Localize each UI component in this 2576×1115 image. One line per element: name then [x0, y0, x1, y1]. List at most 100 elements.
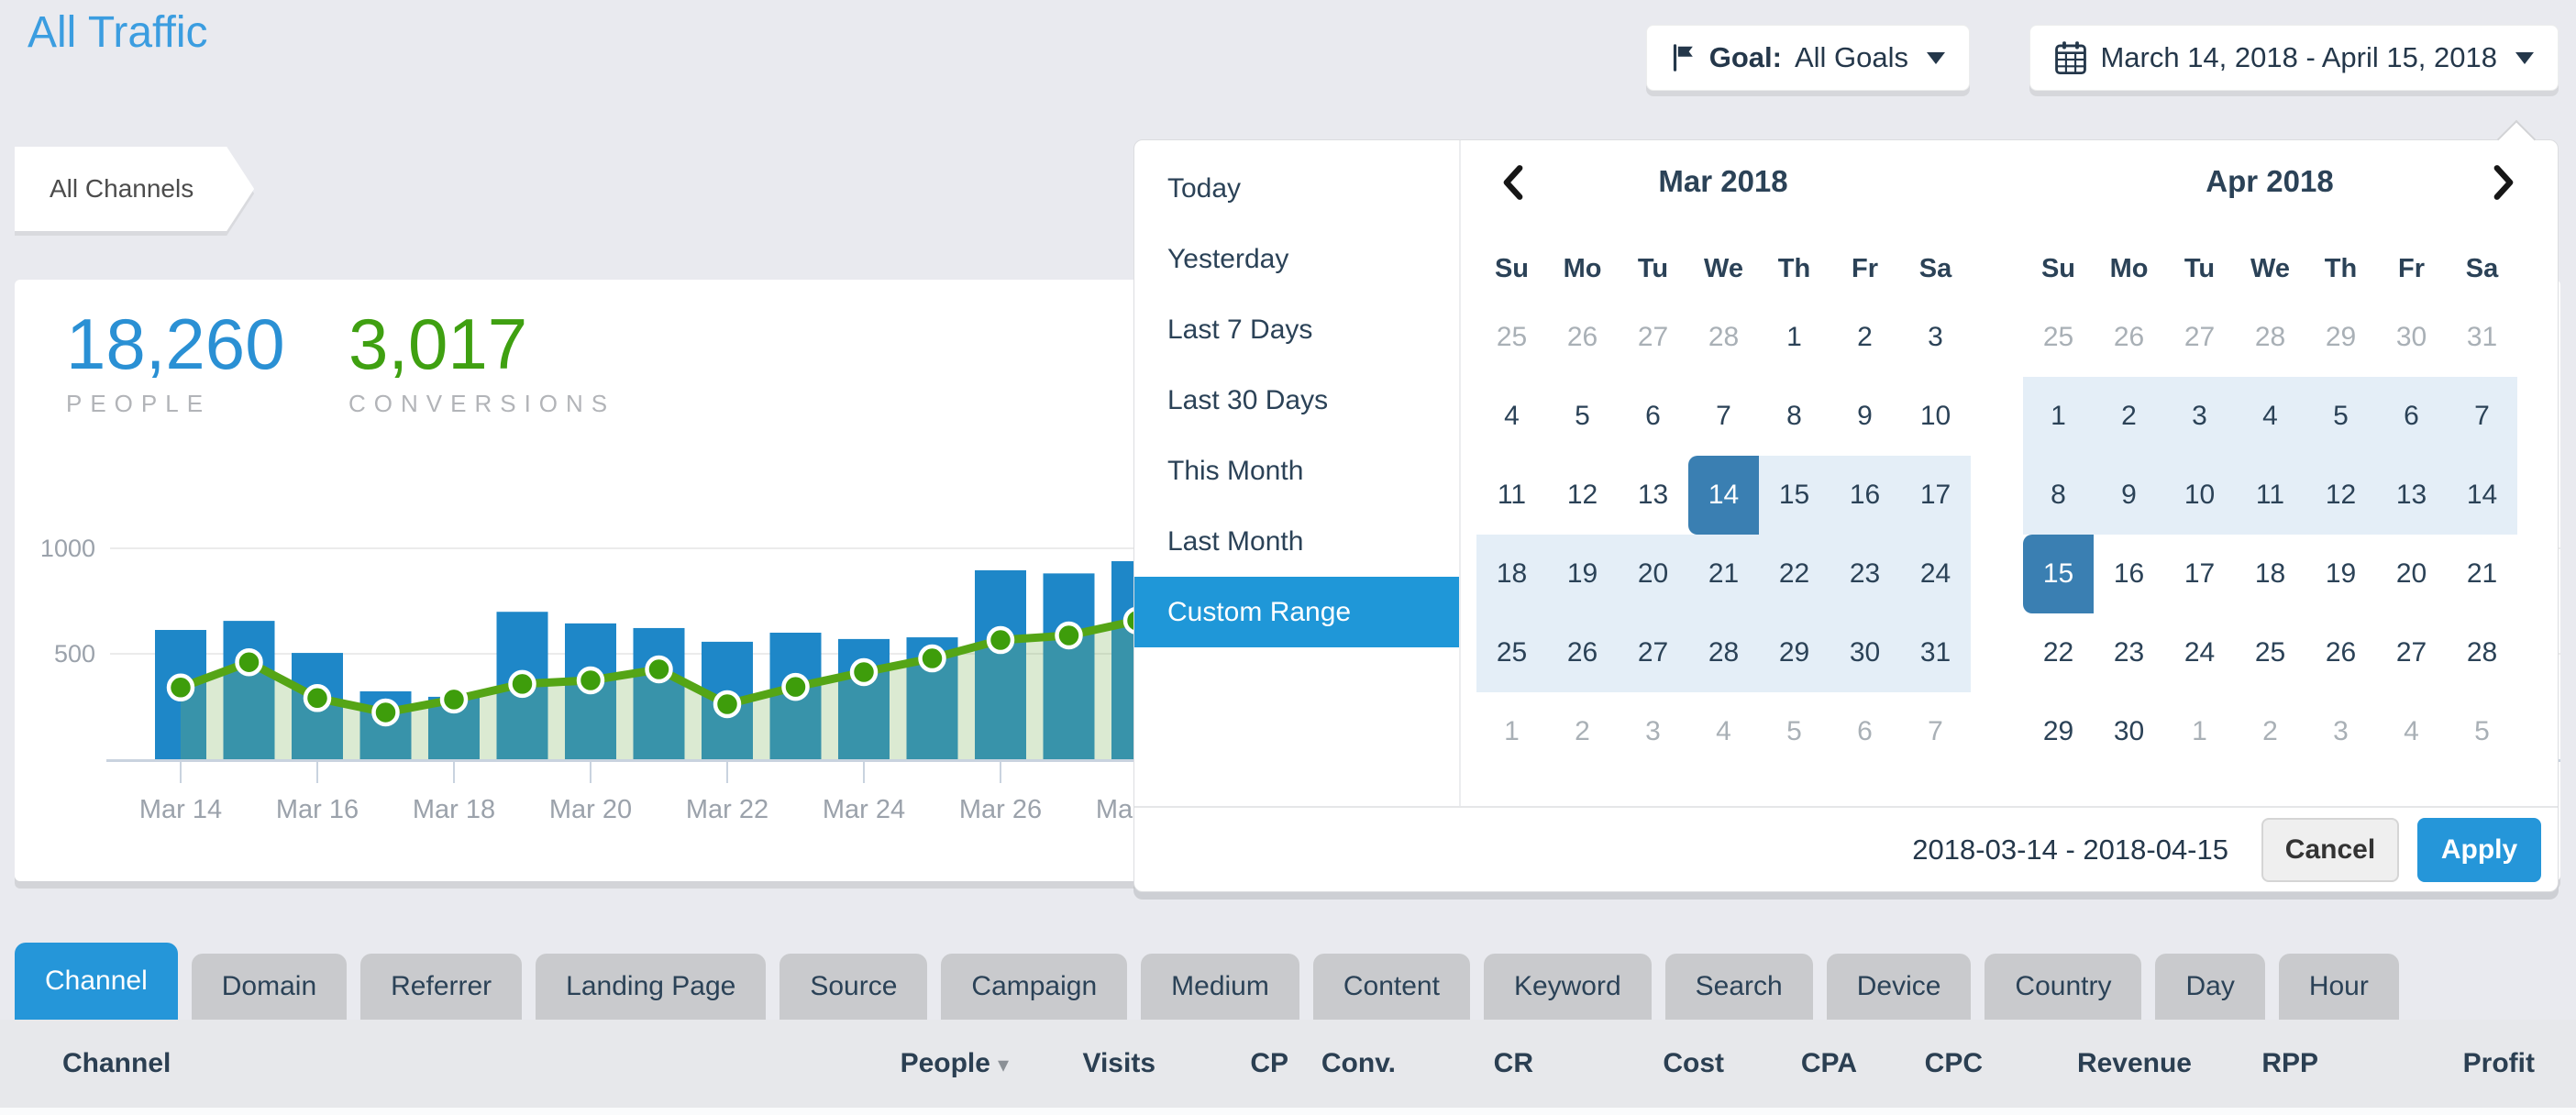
- calendar-day[interactable]: 19: [1547, 535, 1618, 613]
- calendar-day[interactable]: 29: [2305, 298, 2376, 377]
- calendar-day[interactable]: 27: [2376, 613, 2447, 692]
- calendar-day[interactable]: 18: [2235, 535, 2305, 613]
- calendar-day[interactable]: 25: [1476, 613, 1547, 692]
- column-rpp[interactable]: RPP: [2192, 1048, 2318, 1079]
- column-cpc[interactable]: CPC: [1857, 1048, 1983, 1079]
- calendar-day[interactable]: 13: [1618, 456, 1688, 535]
- calendar-day[interactable]: 12: [1547, 456, 1618, 535]
- calendar-day-selected[interactable]: 14: [1688, 456, 1759, 535]
- calendar-day[interactable]: 7: [1688, 377, 1759, 456]
- tab-search[interactable]: Search: [1665, 954, 1813, 1020]
- calendar-day[interactable]: 13: [2376, 456, 2447, 535]
- column-revenue[interactable]: Revenue: [1983, 1048, 2192, 1079]
- calendar-day[interactable]: 25: [1476, 298, 1547, 377]
- cancel-button[interactable]: Cancel: [2261, 818, 2399, 882]
- calendar-day-selected[interactable]: 15: [2023, 535, 2094, 613]
- calendar-day[interactable]: 24: [1900, 535, 1971, 613]
- tab-day[interactable]: Day: [2155, 954, 2264, 1020]
- calendar-day[interactable]: 2: [1547, 692, 1618, 771]
- calendar-day[interactable]: 10: [1900, 377, 1971, 456]
- tab-domain[interactable]: Domain: [192, 954, 347, 1020]
- tab-keyword[interactable]: Keyword: [1484, 954, 1652, 1020]
- calendar-day[interactable]: 26: [2094, 298, 2164, 377]
- preset-last-30-days[interactable]: Last 30 Days: [1134, 365, 1459, 436]
- calendar-day[interactable]: 4: [1688, 692, 1759, 771]
- calendar-day[interactable]: 9: [1830, 377, 1900, 456]
- calendar-day[interactable]: 29: [1759, 613, 1830, 692]
- column-cost[interactable]: Cost: [1533, 1048, 1724, 1079]
- calendar-day[interactable]: 30: [2094, 692, 2164, 771]
- calendar-day[interactable]: 25: [2235, 613, 2305, 692]
- calendar-day[interactable]: 8: [2023, 456, 2094, 535]
- date-range-button[interactable]: March 14, 2018 - April 15, 2018: [2029, 25, 2559, 91]
- tab-campaign[interactable]: Campaign: [941, 954, 1127, 1020]
- calendar-day[interactable]: 8: [1759, 377, 1830, 456]
- tab-country[interactable]: Country: [1985, 954, 2141, 1020]
- calendar-day[interactable]: 7: [2447, 377, 2517, 456]
- calendar-day[interactable]: 31: [2447, 298, 2517, 377]
- calendar-day[interactable]: 17: [1900, 456, 1971, 535]
- tab-landing-page[interactable]: Landing Page: [536, 954, 766, 1020]
- calendar-day[interactable]: 23: [1830, 535, 1900, 613]
- column-header-revenue[interactable]: Revenue: [2077, 1048, 2192, 1078]
- calendar-day[interactable]: 28: [1688, 613, 1759, 692]
- calendar-day[interactable]: 24: [2164, 613, 2235, 692]
- preset-custom-range[interactable]: Custom Range: [1134, 577, 1459, 647]
- preset-yesterday[interactable]: Yesterday: [1134, 224, 1459, 294]
- column-header-cost[interactable]: Cost: [1663, 1048, 1724, 1078]
- column-header-rpp[interactable]: RPP: [2261, 1048, 2318, 1078]
- calendar-day[interactable]: 11: [2235, 456, 2305, 535]
- calendar-day[interactable]: 22: [2023, 613, 2094, 692]
- calendar-day[interactable]: 1: [1759, 298, 1830, 377]
- calendar-day[interactable]: 10: [2164, 456, 2235, 535]
- column-header-cpa[interactable]: CPA: [1801, 1048, 1857, 1078]
- calendar-day[interactable]: 30: [1830, 613, 1900, 692]
- calendar-day[interactable]: 27: [1618, 613, 1688, 692]
- calendar-day[interactable]: 3: [1900, 298, 1971, 377]
- calendar-day[interactable]: 2: [1830, 298, 1900, 377]
- calendar-day[interactable]: 26: [2305, 613, 2376, 692]
- calendar-day[interactable]: 31: [1900, 613, 1971, 692]
- column-header-visits[interactable]: Visits: [1083, 1048, 1156, 1078]
- calendar-day[interactable]: 21: [2447, 535, 2517, 613]
- calendar-day[interactable]: 5: [1759, 692, 1830, 771]
- calendar-day[interactable]: 16: [1830, 456, 1900, 535]
- calendar-day[interactable]: 28: [2447, 613, 2517, 692]
- calendar-day[interactable]: 26: [1547, 298, 1618, 377]
- calendar-day[interactable]: 3: [2305, 692, 2376, 771]
- column-header-conv-[interactable]: Conv.: [1321, 1048, 1396, 1078]
- tab-channel[interactable]: Channel: [15, 943, 178, 1020]
- calendar-day[interactable]: 18: [1476, 535, 1547, 613]
- calendar-day[interactable]: 6: [2376, 377, 2447, 456]
- calendar-day[interactable]: 29: [2023, 692, 2094, 771]
- column-cr[interactable]: CR: [1396, 1048, 1533, 1079]
- column-header-cr[interactable]: CR: [1494, 1048, 1533, 1078]
- calendar-day[interactable]: 2: [2235, 692, 2305, 771]
- calendar-day[interactable]: 20: [1618, 535, 1688, 613]
- calendar-day[interactable]: 7: [1900, 692, 1971, 771]
- calendar-day[interactable]: 15: [1759, 456, 1830, 535]
- calendar-day[interactable]: 5: [1547, 377, 1618, 456]
- calendar-day[interactable]: 4: [2235, 377, 2305, 456]
- calendar-day[interactable]: 1: [2023, 377, 2094, 456]
- calendar-day[interactable]: 28: [1688, 298, 1759, 377]
- calendar-day[interactable]: 6: [1830, 692, 1900, 771]
- calendar-day[interactable]: 27: [1618, 298, 1688, 377]
- preset-this-month[interactable]: This Month: [1134, 436, 1459, 506]
- calendar-day[interactable]: 4: [2376, 692, 2447, 771]
- column-header-channel[interactable]: Channel: [62, 1048, 171, 1078]
- calendar-day[interactable]: 1: [2164, 692, 2235, 771]
- tab-source[interactable]: Source: [779, 954, 927, 1020]
- calendar-day[interactable]: 5: [2305, 377, 2376, 456]
- preset-last-7-days[interactable]: Last 7 Days: [1134, 294, 1459, 365]
- calendar-day[interactable]: 2: [2094, 377, 2164, 456]
- calendar-day[interactable]: 16: [2094, 535, 2164, 613]
- column-cp[interactable]: CP: [1155, 1048, 1288, 1079]
- calendar-day[interactable]: 28: [2235, 298, 2305, 377]
- column-header-cpc[interactable]: CPC: [1925, 1048, 1983, 1078]
- tab-hour[interactable]: Hour: [2279, 954, 2399, 1020]
- calendar-day[interactable]: 27: [2164, 298, 2235, 377]
- calendar-day[interactable]: 20: [2376, 535, 2447, 613]
- calendar-day[interactable]: 3: [2164, 377, 2235, 456]
- column-header-profit[interactable]: Profit: [2463, 1048, 2535, 1078]
